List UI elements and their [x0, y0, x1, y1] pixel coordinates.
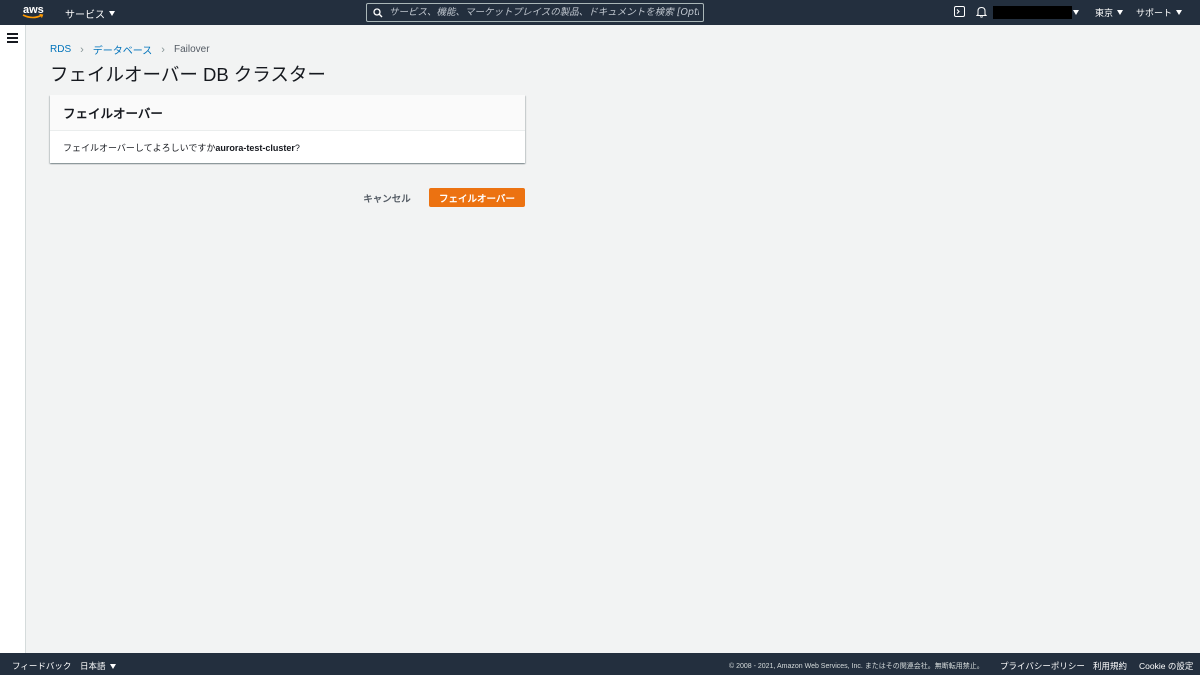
panel-title: フェイルオーバー [63, 107, 163, 121]
chevron-right-icon: › [80, 43, 84, 56]
chevron-down-icon [109, 11, 115, 16]
services-menu-button[interactable]: サービス [65, 6, 115, 21]
top-navigation: aws サービス 東京 サポート [0, 0, 1200, 25]
breadcrumb-databases[interactable]: データベース [93, 42, 153, 57]
chevron-down-icon [1117, 10, 1124, 15]
language-selector[interactable]: 日本語 [80, 660, 116, 672]
language-label: 日本語 [80, 661, 106, 671]
region-label: 東京 [1095, 8, 1114, 18]
feedback-link[interactable]: フィードバック [12, 660, 71, 672]
panel-body: フェイルオーバーしてよろしいですかaurora-test-cluster? [50, 131, 525, 164]
account-menu-button[interactable] [993, 6, 1072, 19]
terms-link[interactable]: 利用規約 [1093, 660, 1127, 672]
chevron-right-icon: › [161, 43, 165, 56]
aws-logo[interactable]: aws [22, 3, 46, 22]
chevron-down-icon[interactable] [1073, 10, 1079, 15]
page-title: フェイルオーバー DB クラスター [50, 64, 326, 85]
breadcrumb-rds[interactable]: RDS [50, 44, 71, 55]
panel-header: フェイルオーバー [50, 95, 525, 131]
footer: フィードバック 日本語 © 2008 - 2021, Amazon Web Se… [0, 653, 1200, 675]
question-mark: ? [294, 143, 300, 153]
search-icon [373, 7, 383, 17]
breadcrumb-current: Failover [173, 44, 210, 55]
search-input[interactable] [389, 7, 699, 18]
region-selector[interactable]: 東京 [1095, 6, 1124, 19]
confirm-question: フェイルオーバーしてよろしいですか [63, 143, 216, 153]
chevron-down-icon [109, 663, 116, 669]
failover-button[interactable]: フェイルオーバー [429, 188, 525, 207]
support-label: サポート [1136, 8, 1173, 18]
cancel-button[interactable]: キャンセル [355, 188, 419, 207]
cluster-name: aurora-test-cluster [215, 143, 295, 153]
copyright-text: © 2008 - 2021, Amazon Web Services, Inc.… [729, 663, 984, 670]
aws-smile-icon [22, 14, 44, 19]
side-navigation-rail [0, 25, 26, 653]
privacy-policy-link[interactable]: プライバシーポリシー [1000, 660, 1085, 672]
support-menu[interactable]: サポート [1136, 6, 1183, 19]
cloudshell-icon[interactable] [954, 6, 965, 17]
services-label: サービス [65, 10, 105, 21]
failover-panel: フェイルオーバー フェイルオーバーしてよろしいですかaurora-test-cl… [50, 95, 525, 163]
cookie-settings-link[interactable]: Cookie の設定 [1139, 660, 1193, 672]
search-bar[interactable] [366, 3, 704, 22]
chevron-down-icon [1176, 10, 1183, 15]
hamburger-menu-icon[interactable] [7, 33, 18, 45]
bell-icon[interactable] [976, 6, 987, 18]
breadcrumb: RDS › データベース › Failover [50, 42, 210, 58]
